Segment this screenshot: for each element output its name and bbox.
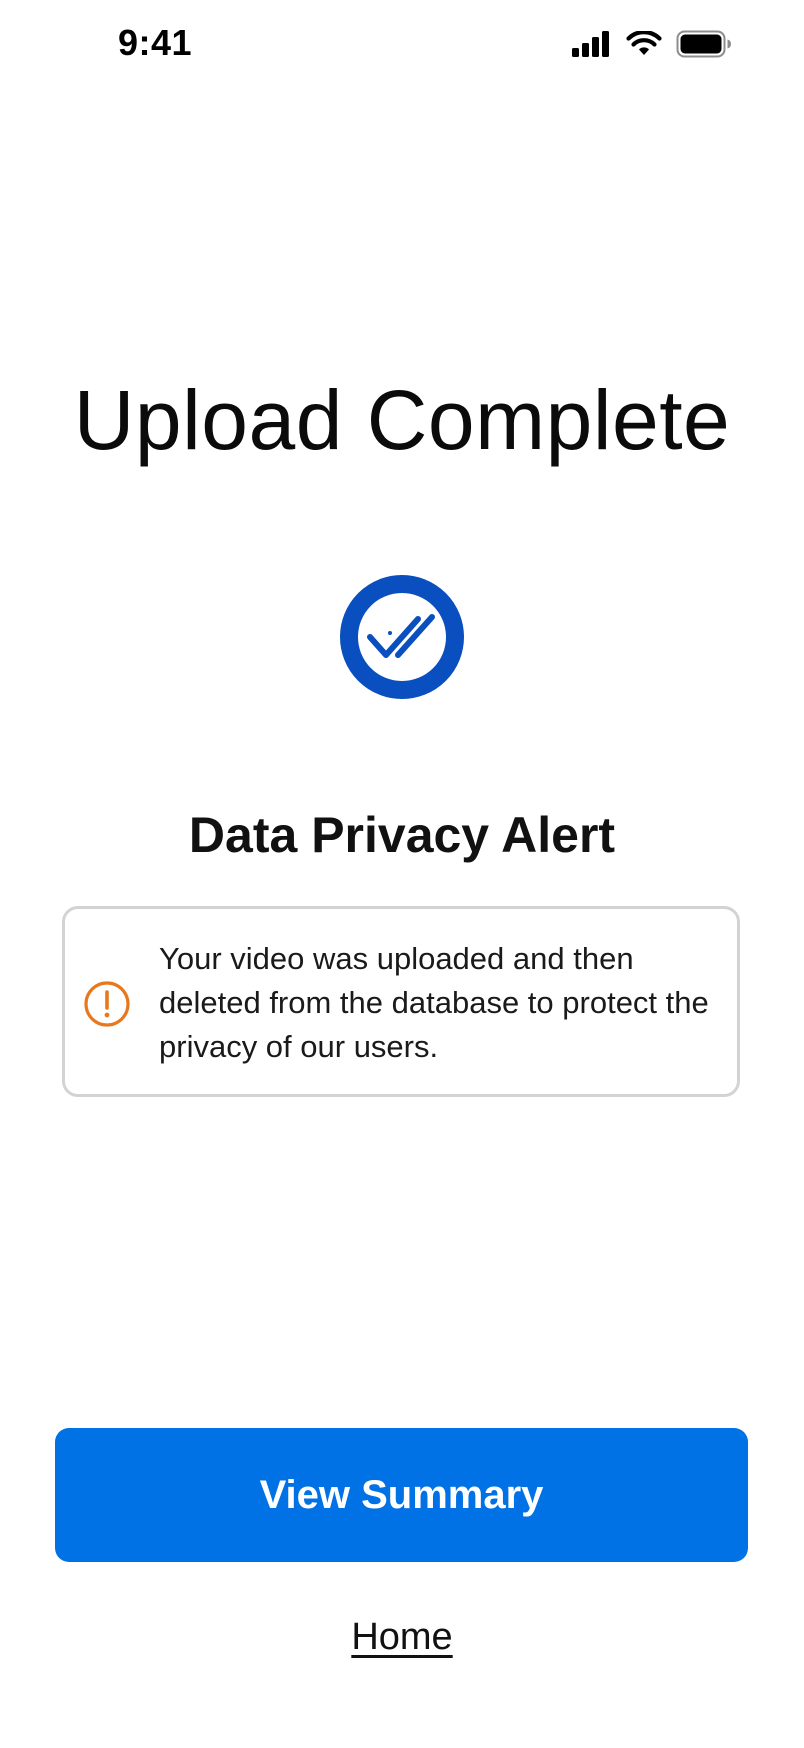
alert-message: Your video was uploaded and then deleted…: [159, 941, 709, 1064]
status-bar: 9:41: [0, 0, 804, 92]
alert-heading: Data Privacy Alert: [188, 807, 616, 863]
status-time: 9:41: [118, 22, 193, 63]
home-link[interactable]: Home: [351, 1616, 452, 1658]
view-summary-button[interactable]: View Summary: [55, 1428, 748, 1562]
home-link-wrapper: Home: [0, 1616, 804, 1659]
wifi-icon: [626, 31, 662, 57]
status-icons: [572, 30, 732, 58]
cellular-signal-icon: [572, 31, 612, 57]
battery-icon: [676, 30, 732, 58]
page-title: Upload Complete: [73, 373, 731, 467]
exclamation-circle-icon: [83, 980, 131, 1028]
privacy-alert-card: Your video was uploaded and then deleted…: [62, 906, 740, 1097]
upload-complete-screen: 9:41 Upload Complete Data Privacy Alert …: [0, 0, 804, 1748]
double-check-circle-icon: [340, 575, 464, 699]
